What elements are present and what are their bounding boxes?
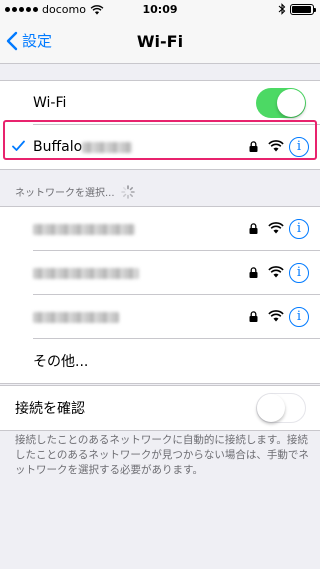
page-title: Wi-Fi [136, 32, 184, 51]
network-list: i i i その他... [0, 206, 320, 384]
status-right [278, 3, 316, 15]
status-bar: docomo 10:09 [0, 0, 320, 20]
redacted-ssid [82, 141, 133, 153]
choose-network-header: ネットワークを選択... [15, 184, 135, 199]
bluetooth-icon [278, 3, 286, 15]
ask-to-join-toggle-knob [257, 394, 285, 422]
other-network-label: その他... [33, 354, 89, 370]
ask-to-join-description: 接続したことのあるネットワークに自動的に接続します。接続したことのあるネットワー… [15, 434, 309, 476]
redacted-network-name [33, 267, 139, 279]
info-button[interactable]: i [289, 263, 309, 283]
lock-icon [249, 223, 258, 234]
wifi-toggle-knob [277, 89, 305, 117]
network-name-text: Buffalo [33, 139, 83, 155]
ask-to-join-toggle[interactable] [256, 393, 306, 423]
lock-icon [249, 141, 258, 152]
info-button[interactable]: i [289, 307, 309, 327]
network-row[interactable]: i [0, 207, 320, 251]
choose-network-label: ネットワークを選択... [15, 188, 115, 199]
connected-network-name: Buffalo [33, 139, 133, 155]
redacted-network-name [33, 311, 119, 323]
ask-to-join-row: 接続を確認 [0, 386, 320, 430]
wifi-label: Wi-Fi [33, 95, 67, 111]
redacted-network-name [33, 223, 135, 235]
ask-to-join-label: 接続を確認 [15, 401, 85, 417]
battery-level [292, 5, 311, 13]
wifi-group: Wi-Fi Buffalo i [0, 80, 320, 170]
wifi-signal-icon [268, 222, 284, 234]
network-row[interactable]: i [0, 295, 320, 339]
lock-icon [249, 267, 258, 278]
info-button[interactable]: i [289, 137, 309, 157]
battery-icon [290, 3, 316, 15]
wifi-signal-icon [268, 140, 284, 152]
status-time: 10:09 [142, 3, 178, 16]
other-network-row[interactable]: その他... [0, 339, 320, 383]
wifi-toggle[interactable] [256, 88, 306, 118]
wifi-toggle-row: Wi-Fi [0, 81, 320, 125]
network-row[interactable]: i [0, 251, 320, 295]
ask-to-join-group: 接続を確認 [0, 385, 320, 431]
connected-network-row[interactable]: Buffalo i [0, 125, 320, 169]
info-button[interactable]: i [289, 219, 309, 239]
wifi-signal-icon [268, 266, 284, 278]
lock-icon [249, 311, 258, 322]
wifi-signal-icon [268, 310, 284, 322]
spinner-icon [120, 184, 135, 199]
checkmark-icon [12, 140, 25, 151]
navigation-bar: 設定 Wi-Fi [0, 20, 320, 64]
